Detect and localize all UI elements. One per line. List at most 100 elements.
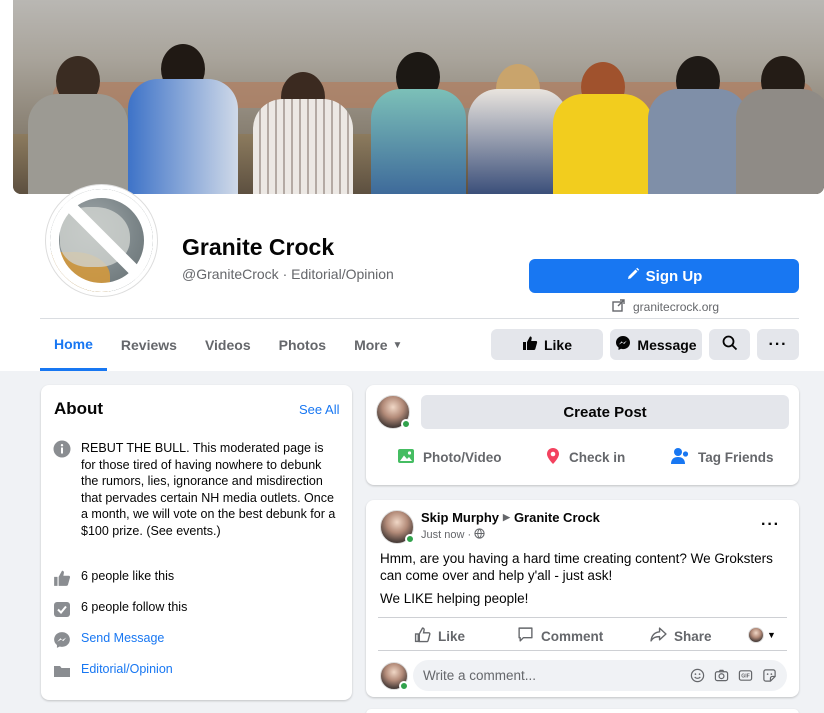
camera-icon[interactable] (714, 668, 729, 686)
caret-right-icon: ▶ (503, 512, 510, 522)
tab-more[interactable]: More ▼ (340, 319, 416, 371)
sign-up-label: Sign Up (645, 267, 703, 285)
post-text-second: We LIKE helping people! (380, 591, 529, 606)
sticker-icon[interactable] (762, 668, 777, 686)
about-card: About See All REBUT THE BULL. This moder… (41, 385, 352, 700)
post-like-label: Like (438, 628, 466, 644)
caret-down-icon: ▼ (767, 630, 776, 640)
external-link-icon (612, 299, 625, 315)
tab-photos[interactable]: Photos (265, 319, 340, 371)
likes-count: 6 people like this (81, 569, 175, 583)
share-icon (650, 626, 667, 646)
tab-videos[interactable]: Videos (191, 319, 265, 371)
search-button[interactable] (709, 329, 750, 360)
post-card: Skip Murphy ▶ Granite Crock Just now · ·… (366, 500, 799, 697)
website-link[interactable]: granitecrock.org (612, 299, 719, 315)
comment-input[interactable]: Write a comment... GIF (413, 660, 787, 691)
post-text: Hmm, are you having a hard time creating… (380, 551, 773, 583)
tag-friends-button[interactable]: Tag Friends (670, 447, 774, 468)
page-profile-picture[interactable] (45, 184, 158, 297)
cover-person (23, 34, 133, 194)
cover-person (733, 24, 824, 194)
thumbs-up-icon (522, 335, 538, 354)
about-title: About (54, 399, 104, 418)
like-page-button[interactable]: Like (491, 329, 603, 360)
post-target-name[interactable]: Granite Crock (514, 510, 600, 525)
page-title: Granite Crock (182, 234, 335, 260)
folder-icon (53, 662, 71, 680)
message-label: Message (637, 336, 697, 353)
category-row[interactable]: Editorial/Opinion (53, 662, 173, 680)
about-description: REBUT THE BULL. This moderated page is f… (81, 441, 336, 538)
post-author-line: Skip Murphy ▶ Granite Crock (421, 510, 600, 525)
messenger-icon (615, 335, 631, 354)
page-handle-category: @GraniteCrock · Editorial/Opinion (182, 266, 394, 282)
page-tabs: Home Reviews Videos Photos More ▼ (40, 319, 416, 371)
follows-row: 6 people follow this (53, 600, 187, 618)
website-label: granitecrock.org (633, 300, 720, 314)
messenger-icon (53, 631, 71, 649)
post-share-label: Share (674, 628, 712, 644)
see-all-link[interactable]: See All (299, 402, 339, 417)
online-status-dot (405, 534, 415, 544)
thumbs-up-icon (53, 569, 71, 587)
gif-icon[interactable]: GIF (738, 668, 753, 686)
tag-friends-label: Tag Friends (698, 450, 774, 465)
about-description-row: REBUT THE BULL. This moderated page is f… (53, 440, 341, 539)
post-options-icon[interactable]: ··· (761, 516, 780, 534)
cover-photo[interactable] (13, 0, 824, 194)
cover-person (123, 24, 243, 194)
post-divider (378, 617, 787, 618)
check-in-button[interactable]: Check in (545, 447, 625, 468)
pencil-icon (626, 267, 640, 285)
tab-reviews[interactable]: Reviews (107, 319, 191, 371)
more-dots-icon: ··· (768, 335, 788, 353)
follows-count: 6 people follow this (81, 600, 188, 614)
comment-icon (517, 626, 534, 646)
cover-person (548, 24, 658, 194)
info-icon (53, 440, 71, 458)
comment-tools: GIF (690, 668, 777, 686)
search-icon (722, 335, 738, 354)
globe-icon (474, 528, 485, 542)
tab-home[interactable]: Home (40, 319, 107, 371)
cover-person (248, 34, 358, 194)
message-button[interactable]: Message (610, 329, 702, 360)
thumbs-up-outline-icon (414, 626, 431, 646)
cover-person (363, 24, 473, 194)
post-time[interactable]: Just now · (421, 529, 471, 541)
post-like-button[interactable]: Like (414, 626, 465, 646)
create-post-card: Create Post Photo/Video Check in Tag Fri… (366, 385, 799, 485)
location-pin-icon (545, 447, 561, 468)
post-meta: Just now · (421, 528, 485, 542)
follow-check-icon (53, 600, 71, 618)
post-share-button[interactable]: Share (650, 626, 712, 646)
online-status-dot (401, 419, 411, 429)
post-comment-label: Comment (541, 628, 604, 644)
svg-text:GIF: GIF (741, 674, 750, 680)
create-post-button[interactable]: Create Post (421, 395, 789, 429)
more-options-button[interactable]: ··· (757, 329, 799, 360)
sign-up-button[interactable]: Sign Up (529, 259, 799, 293)
photo-icon (397, 447, 415, 468)
photo-video-button[interactable]: Photo/Video (397, 447, 502, 468)
post-author-name[interactable]: Skip Murphy (421, 510, 499, 525)
like-page-label: Like (543, 336, 572, 353)
post-as-selector[interactable]: ▼ (748, 627, 776, 643)
check-in-label: Check in (569, 450, 626, 465)
send-message-row[interactable]: Send Message (53, 631, 164, 649)
send-message-link[interactable]: Send Message (81, 631, 164, 645)
page-header: Granite Crock @GraniteCrock · Editorial/… (0, 0, 824, 371)
avatar (748, 627, 764, 643)
post-divider (378, 650, 787, 651)
tab-more-label: More (354, 337, 388, 353)
caret-down-icon: ▼ (392, 339, 403, 351)
emoji-icon[interactable] (690, 668, 705, 686)
post-comment-button[interactable]: Comment (517, 626, 603, 646)
likes-row: 6 people like this (53, 569, 174, 587)
photo-video-label: Photo/Video (423, 450, 502, 465)
tag-friends-icon (670, 447, 690, 468)
next-post-card (366, 709, 799, 713)
online-status-dot (399, 681, 409, 691)
category-link[interactable]: Editorial/Opinion (81, 662, 173, 676)
